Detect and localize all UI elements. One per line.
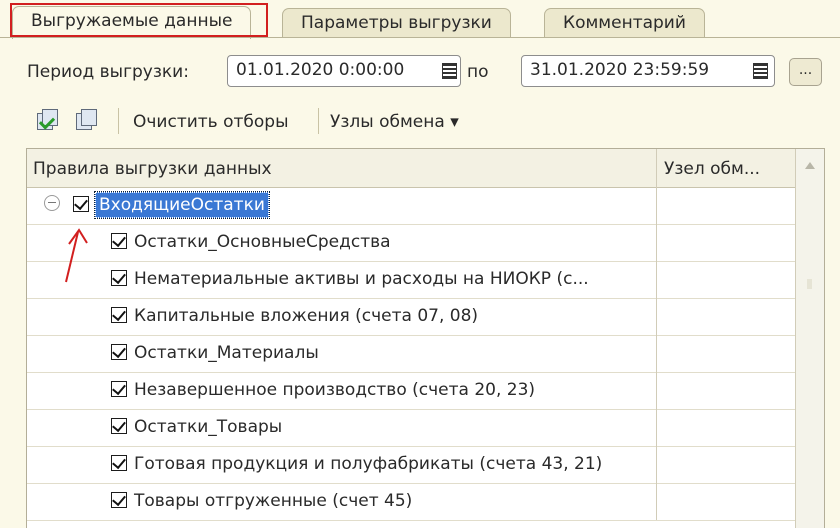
period-select-label: ... bbox=[798, 62, 813, 78]
tab-comment[interactable]: Комментарий bbox=[544, 8, 705, 37]
collapse-icon[interactable] bbox=[44, 195, 60, 211]
period-select-button[interactable]: ... bbox=[789, 58, 822, 86]
table-row[interactable]: Незавершенное производство (счета 20, 23… bbox=[27, 372, 795, 410]
row-checkbox[interactable] bbox=[111, 233, 127, 249]
table-row[interactable]: Готовая продукция и полуфабрикаты (счета… bbox=[27, 446, 795, 484]
toolbar-separator bbox=[318, 108, 319, 134]
row-label: Готовая продукция и полуфабрикаты (счета… bbox=[134, 454, 603, 474]
clear-filters-button[interactable]: Очистить отборы bbox=[133, 112, 289, 132]
table-row[interactable]: Остатки_Материалы bbox=[27, 335, 795, 373]
row-label: ВходящиеОстатки bbox=[94, 191, 270, 219]
row-checkbox[interactable] bbox=[111, 270, 127, 286]
table-row[interactable]: ВходящиеОстатки bbox=[27, 187, 795, 225]
row-label: Остатки_Товары bbox=[134, 417, 283, 437]
row-checkbox[interactable] bbox=[111, 492, 127, 508]
period-label: Период выгрузки: bbox=[27, 62, 189, 82]
period-from-value: 01.01.2020 0:00:00 bbox=[236, 60, 405, 80]
tab-exported-data-label: Выгружаемые данные bbox=[31, 11, 233, 31]
calendar-icon[interactable] bbox=[751, 62, 769, 80]
tab-export-parameters-label: Параметры выгрузки bbox=[301, 13, 492, 33]
tab-comment-label: Комментарий bbox=[563, 13, 686, 33]
row-checkbox[interactable] bbox=[111, 307, 127, 323]
uncheck-all-icon[interactable] bbox=[76, 109, 98, 131]
calendar-icon[interactable] bbox=[440, 62, 458, 80]
row-checkbox[interactable] bbox=[111, 381, 127, 397]
row-label: Нематериальные активы и расходы на НИОКР… bbox=[134, 269, 589, 289]
tab-exported-data[interactable]: Выгружаемые данные bbox=[12, 6, 252, 39]
period-from-field[interactable]: 01.01.2020 0:00:00 bbox=[227, 55, 461, 87]
vertical-scrollbar[interactable] bbox=[795, 149, 824, 528]
export-rules-table: Правила выгрузки данных Узел обм... Вход… bbox=[26, 148, 825, 528]
row-label: Незавершенное производство (счета 20, 23… bbox=[134, 380, 536, 400]
toolbar-separator bbox=[118, 108, 119, 134]
scroll-thumb[interactable] bbox=[807, 279, 812, 289]
row-checkbox[interactable] bbox=[111, 418, 127, 434]
exchange-nodes-menu[interactable]: Узлы обмена ▾ bbox=[330, 112, 459, 132]
check-all-icon[interactable] bbox=[37, 109, 59, 131]
table-header: Правила выгрузки данных Узел обм... bbox=[27, 149, 824, 188]
table-row[interactable]: Остатки_ОсновныеСредства bbox=[27, 224, 795, 262]
row-checkbox[interactable] bbox=[111, 344, 127, 360]
period-to-label: по bbox=[467, 62, 489, 82]
column-header-rules[interactable]: Правила выгрузки данных bbox=[33, 159, 272, 179]
tab-divider bbox=[0, 37, 840, 38]
row-checkbox[interactable] bbox=[111, 455, 127, 471]
table-row[interactable]: Капитальные вложения (счета 07, 08) bbox=[27, 298, 795, 336]
table-row[interactable]: Остатки_Товары bbox=[27, 409, 795, 447]
row-label: Товары отгруженные (счет 45) bbox=[134, 491, 413, 511]
row-label: Остатки_ОсновныеСредства bbox=[134, 232, 391, 252]
tab-export-parameters[interactable]: Параметры выгрузки bbox=[282, 8, 511, 37]
table-row[interactable]: Нематериальные активы и расходы на НИОКР… bbox=[27, 261, 795, 299]
period-to-value: 31.01.2020 23:59:59 bbox=[530, 60, 710, 80]
row-checkbox[interactable] bbox=[73, 196, 89, 212]
row-label: Капитальные вложения (счета 07, 08) bbox=[134, 306, 479, 326]
table-row[interactable]: Товары отгруженные (счет 45) bbox=[27, 483, 795, 521]
scroll-up-icon[interactable] bbox=[805, 162, 815, 169]
column-header-node[interactable]: Узел обм... bbox=[664, 159, 760, 179]
row-label: Остатки_Материалы bbox=[134, 343, 319, 363]
period-to-field[interactable]: 31.01.2020 23:59:59 bbox=[521, 55, 775, 87]
